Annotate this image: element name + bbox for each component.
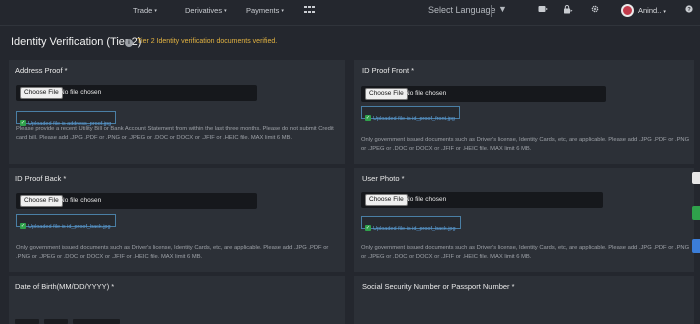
divider: [491, 5, 492, 17]
uploaded-file-link[interactable]: Uploaded file is id_proof_front.jpg: [373, 116, 455, 122]
id-proof-back-file-input[interactable]: Choose File No file chosen: [16, 193, 257, 209]
address-proof-label: Address Proof *: [15, 66, 68, 75]
user-photo-file-input[interactable]: Choose File No file chosen: [361, 192, 603, 208]
file-status: No file chosen: [405, 90, 447, 97]
nav-payments[interactable]: Payments ▾: [246, 6, 284, 15]
grid-icon[interactable]: [304, 6, 315, 15]
tier-status-note: Tier 2 Identity verification documents v…: [137, 38, 278, 45]
user-name: Anind..: [638, 6, 662, 15]
check-icon: ✓: [365, 115, 371, 121]
id-proof-back-card: ID Proof Back * Choose File No file chos…: [9, 168, 345, 272]
file-status: No file chosen: [60, 89, 102, 96]
day-select[interactable]: [44, 319, 68, 324]
nav-derivatives-label: Derivatives: [185, 6, 223, 15]
address-proof-file-input[interactable]: Choose File No file chosen: [16, 85, 257, 101]
check-icon: ✓: [365, 225, 371, 231]
uploaded-file-badge[interactable]: ✓ Uploaded file is id_proof_back.jpg: [361, 216, 461, 232]
id-proof-back-help: Only government issued documents such as…: [16, 245, 329, 260]
nav-derivatives[interactable]: Derivatives ▾: [185, 6, 227, 15]
ssn-passport-label: Social Security Number or Passport Numbe…: [362, 282, 515, 291]
help-icon[interactable]: ?: [685, 5, 693, 15]
language-dropdown-icon[interactable]: ▼: [498, 4, 507, 14]
file-status: No file chosen: [405, 196, 447, 203]
month-select[interactable]: [15, 319, 39, 324]
date-of-birth-label: Date of Birth(MM/DD/YYYY) *: [15, 282, 115, 291]
info-icon[interactable]: i: [125, 39, 133, 47]
language-selector[interactable]: Select Language: [428, 5, 496, 15]
user-photo-card: User Photo * Choose File No file chosen …: [354, 168, 694, 272]
uploaded-file-link[interactable]: Uploaded file is id_proof_back.jpg: [373, 226, 456, 232]
year-select[interactable]: [73, 319, 120, 324]
chevron-down-icon: ▾: [224, 8, 227, 14]
uploaded-file-link[interactable]: Uploaded file is id_proof_back.jpg: [28, 224, 111, 230]
address-proof-card: Address Proof * Choose File No file chos…: [9, 60, 345, 164]
support-widget-icon[interactable]: [692, 239, 700, 253]
id-proof-back-label: ID Proof Back *: [15, 174, 67, 183]
uploaded-file-badge[interactable]: ✓ Uploaded file is id_proof_back.jpg: [16, 214, 116, 230]
id-proof-front-help: Only government issued documents such as…: [361, 137, 690, 152]
choose-file-button[interactable]: Choose File: [20, 87, 63, 99]
nav-payments-label: Payments: [246, 6, 280, 15]
side-tab[interactable]: [692, 172, 700, 184]
user-photo-help: Only government issued documents such as…: [361, 245, 690, 260]
chevron-down-icon: ▾: [663, 9, 666, 15]
chevron-down-icon: ▾: [154, 8, 157, 14]
date-of-birth-card: Date of Birth(MM/DD/YYYY) *: [9, 276, 345, 324]
chat-widget-icon[interactable]: [692, 206, 700, 220]
lock-icon[interactable]: [563, 5, 573, 16]
uploaded-file-badge[interactable]: ✓ Uploaded file is address_proof.jpg: [16, 111, 117, 127]
wallet-icon[interactable]: [538, 5, 548, 15]
gear-icon[interactable]: [591, 5, 599, 15]
choose-file-button[interactable]: Choose File: [365, 88, 408, 100]
uploaded-file-badge[interactable]: ✓ Uploaded file is id_proof_front.jpg: [361, 106, 460, 122]
id-proof-front-file-input[interactable]: Choose File No file chosen: [361, 86, 606, 102]
address-proof-help: Please provide a recent Utility Bill or …: [16, 126, 334, 141]
chevron-down-icon: ▾: [281, 8, 284, 14]
avatar[interactable]: [621, 4, 634, 17]
nav-trade[interactable]: Trade ▾: [133, 6, 157, 15]
id-proof-front-card: ID Proof Front * Choose File No file cho…: [354, 60, 694, 164]
choose-file-button[interactable]: Choose File: [365, 194, 408, 206]
choose-file-button[interactable]: Choose File: [20, 195, 63, 207]
id-proof-front-label: ID Proof Front *: [362, 66, 415, 75]
page-title: Identity Verification (Tier 2): [11, 36, 142, 48]
nav-trade-label: Trade: [133, 6, 153, 15]
user-menu[interactable]: Anind.. ▾: [638, 6, 666, 15]
user-photo-label: User Photo *: [362, 174, 405, 183]
ssn-passport-card: Social Security Number or Passport Numbe…: [354, 276, 694, 324]
check-icon: ✓: [20, 223, 26, 229]
file-status: No file chosen: [60, 197, 102, 204]
top-navigation: Trade ▾ Derivatives ▾ Payments ▾ Select Lan…: [0, 0, 700, 26]
